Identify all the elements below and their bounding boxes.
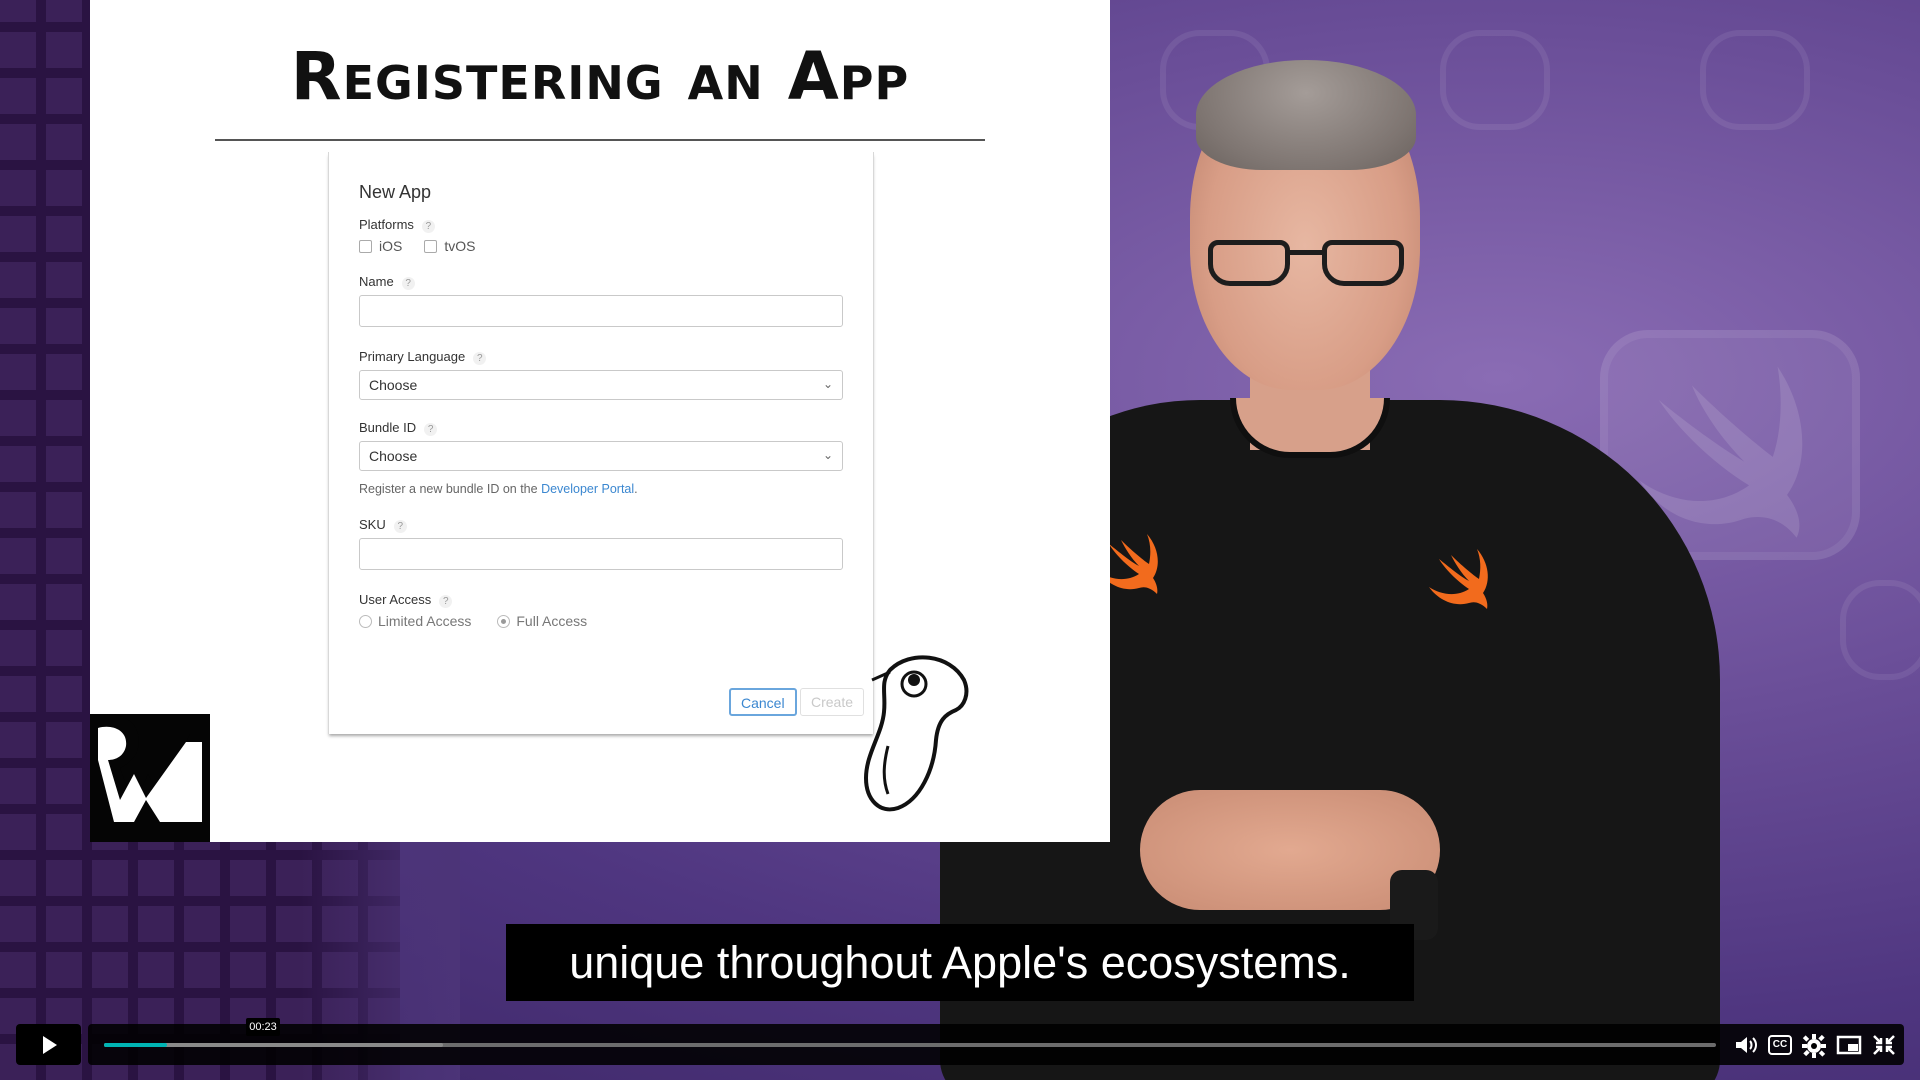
play-button[interactable] xyxy=(16,1024,81,1065)
checkbox-icon[interactable] xyxy=(424,239,438,253)
help-icon[interactable]: ? xyxy=(401,277,415,290)
mascot-bird-icon xyxy=(863,655,969,812)
chevron-down-icon: ⌄ xyxy=(822,448,833,462)
closed-captions-button[interactable]: CC xyxy=(1768,1035,1792,1055)
developer-portal-link[interactable]: Developer Portal xyxy=(541,482,634,496)
sku-label: SKU? xyxy=(359,517,407,533)
help-icon[interactable]: ? xyxy=(424,423,438,436)
user-access-options: Limited Access Full Access xyxy=(359,613,587,629)
help-icon[interactable]: ? xyxy=(439,595,453,608)
create-button[interactable]: Create xyxy=(800,688,865,716)
settings-gear-icon xyxy=(1802,1034,1826,1058)
exit-fullscreen-icon xyxy=(1873,1035,1895,1055)
slide-title: Registering an App xyxy=(290,38,910,115)
raywenderlich-logo xyxy=(90,714,210,842)
current-time-badge: 00:23 xyxy=(246,1018,280,1036)
help-icon[interactable]: ? xyxy=(421,220,435,233)
control-bar: 00:23 CC xyxy=(88,1018,1904,1065)
dialog-title: New App xyxy=(359,182,432,202)
volume-icon xyxy=(1736,1037,1757,1053)
name-label: Name? xyxy=(359,274,415,290)
presenter-glasses xyxy=(1206,240,1406,290)
picture-in-picture-icon xyxy=(1836,1035,1862,1055)
bundle-id-hint: Register a new bundle ID on the Develope… xyxy=(359,482,638,496)
primary-language-select[interactable]: Choose ⌄ xyxy=(359,370,843,400)
played-progress xyxy=(104,1043,167,1047)
new-app-dialog: New App Platforms? iOS tvOS Name? Primar… xyxy=(328,152,874,734)
exit-fullscreen-button[interactable] xyxy=(1871,1034,1897,1056)
checkbox-icon[interactable] xyxy=(359,239,372,253)
volume-button[interactable] xyxy=(1734,1034,1760,1056)
video-player-controls: 00:23 CC xyxy=(0,1018,1920,1080)
full-access-radio[interactable]: Full Access xyxy=(497,613,587,629)
picture-in-picture-button[interactable] xyxy=(1836,1034,1862,1056)
help-icon[interactable]: ? xyxy=(473,352,487,365)
platform-ios-checkbox[interactable]: iOS xyxy=(359,238,402,254)
platform-tvos-checkbox[interactable]: tvOS xyxy=(424,238,475,254)
limited-access-radio[interactable]: Limited Access xyxy=(359,613,471,629)
progress-bar[interactable] xyxy=(104,1043,1716,1047)
help-icon[interactable]: ? xyxy=(393,520,407,533)
swift-logo-icon xyxy=(1429,549,1488,609)
sku-input[interactable] xyxy=(359,538,843,570)
subtitle-caption: unique throughout Apple's ecosystems. xyxy=(506,924,1414,1001)
primary-language-label: Primary Language? xyxy=(359,349,487,365)
platform-options: iOS tvOS xyxy=(359,238,475,254)
user-access-label: User Access? xyxy=(359,592,453,608)
platforms-label: Platforms? xyxy=(359,217,435,233)
radio-icon[interactable] xyxy=(359,614,372,628)
background-icon xyxy=(1840,580,1920,680)
settings-button[interactable] xyxy=(1801,1034,1827,1058)
name-input[interactable] xyxy=(359,295,843,327)
bundle-id-label: Bundle ID? xyxy=(359,420,438,436)
bundle-id-select[interactable]: Choose ⌄ xyxy=(359,441,843,471)
chevron-down-icon: ⌄ xyxy=(822,377,833,391)
play-icon xyxy=(43,1035,57,1054)
title-divider xyxy=(215,139,985,141)
radio-selected-icon[interactable] xyxy=(497,614,511,628)
cancel-button[interactable]: Cancel xyxy=(729,688,797,716)
